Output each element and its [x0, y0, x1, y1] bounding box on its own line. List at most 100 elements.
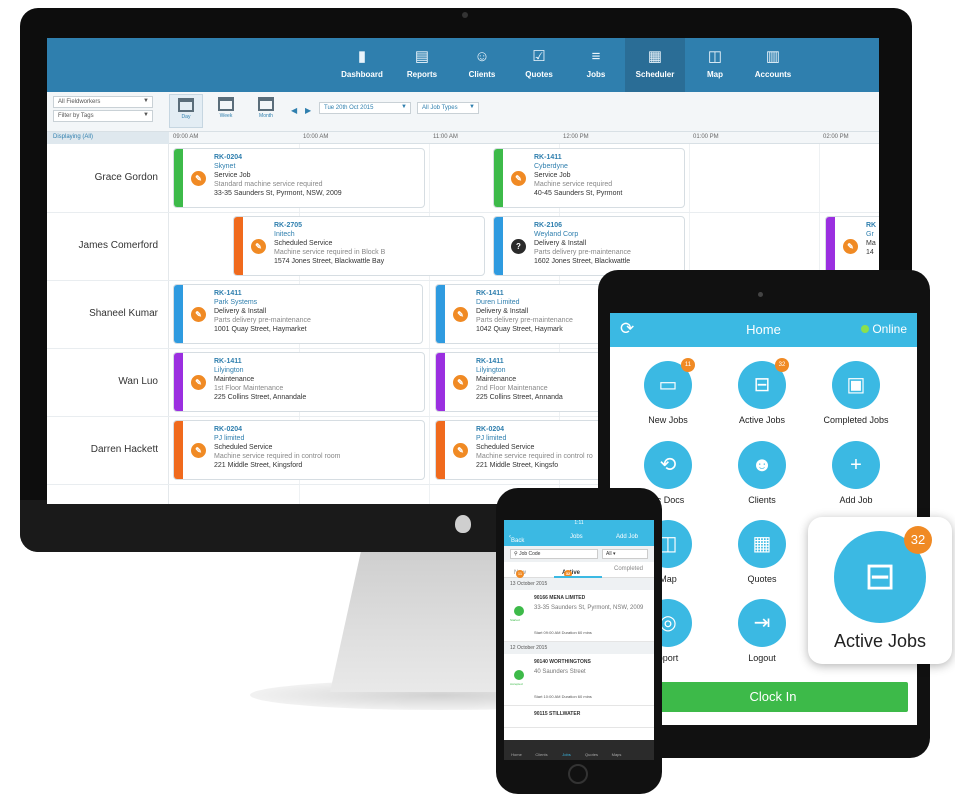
job-card[interactable]: ✎ RK-1411 Lilyington Maintenance 1st Floor … [173, 352, 425, 412]
job-card[interactable]: ✎ RK-0204 PJ limited Scheduled Service Mach… [173, 420, 425, 480]
list-icon: ≡ [591, 48, 601, 65]
view-week-button[interactable]: Week [209, 94, 243, 128]
tile-new-jobs[interactable]: ▭ 11 New Jobs [622, 358, 714, 433]
previous-day-icon[interactable]: ◀ [291, 106, 297, 115]
time-label: 12:00 PM [563, 134, 589, 140]
filter-select[interactable]: All ▾ [602, 549, 648, 559]
view-month-button[interactable]: Month [249, 94, 283, 128]
nav-quotes[interactable]: ☑ Quotes [509, 38, 569, 92]
date-header: 12 October 2015 [504, 642, 654, 654]
phone-tabs: New11 Active32 Completed [504, 562, 654, 578]
nav-jobs[interactable]: ≡ Jobs [566, 38, 626, 92]
time-label: 11:00 AM [433, 134, 458, 140]
job-color-bar [174, 149, 183, 207]
job-type: Scheduled Service [274, 240, 333, 247]
count-badge: 32 [904, 526, 932, 554]
phone-search-row: ⚲ Job Code All ▾ [504, 546, 654, 562]
wrench-icon: ✎ [191, 307, 206, 322]
tile-quotes[interactable]: ▦ Quotes [716, 520, 808, 592]
job-company: PJ limited [214, 435, 245, 442]
wrench-icon: ✎ [511, 171, 526, 186]
tile-add-job[interactable]: + Add Job [810, 441, 902, 513]
calendar-month-icon [258, 97, 274, 111]
view-day-button[interactable]: Day [169, 94, 203, 128]
sync-icon: ⟲ [644, 441, 692, 489]
tab-home[interactable]: Home [504, 752, 529, 757]
nav-clients[interactable]: ☺ Clients [452, 38, 512, 92]
job-type: Maintenance [214, 376, 255, 383]
product-showcase: ▮ Dashboard ▤ Reports ☺ Clients ☑ Quotes ≡ Jo… [0, 0, 955, 794]
time-label: 01:00 PM [693, 134, 719, 140]
job-address: 40-45 Saunders St, Pyrmont [534, 190, 623, 197]
count-badge: 32 [775, 358, 789, 372]
chevron-down-icon: ▼ [143, 98, 149, 104]
job-type: Ma [866, 240, 876, 247]
add-job-button[interactable]: Add Job [616, 534, 638, 540]
job-card[interactable]: ✎ RK Gr Ma 14 [825, 216, 879, 276]
nav-map[interactable]: ◫ Map [685, 38, 745, 92]
job-card[interactable]: ✎ RK-0204 Skynet Service Job Standard machi… [173, 148, 425, 208]
back-button[interactable]: ‹ Back [509, 534, 524, 544]
displaying-filter[interactable]: Displaying (All) [47, 132, 169, 144]
wrench-icon: ✎ [453, 443, 468, 458]
people-icon: ☻ [738, 441, 786, 489]
job-description: Parts delivery pre-maintenance [534, 249, 631, 256]
job-address: 33-35 Saunders St, Pyrmont, NSW, 2009 [214, 190, 342, 197]
tab-maps[interactable]: Maps [604, 752, 629, 757]
job-code-search[interactable]: ⚲ Job Code [510, 549, 598, 559]
worker-name: Darren Hackett [90, 444, 158, 455]
job-address: 221 Middle Street, Kingsford [214, 462, 303, 469]
time-label: 10:00 AM [303, 134, 329, 140]
job-card[interactable]: ✎ RK-1411 Cyberdyne Service Job Machine ser… [493, 148, 685, 208]
tags-filter-select[interactable]: Filter by Tags ▼ [53, 110, 153, 122]
online-status: Online [861, 322, 907, 336]
bar-chart-icon: ▮ [357, 48, 367, 65]
job-description: Machine service required in Block B [274, 249, 386, 256]
tile-logout[interactable]: ⇥ Logout [716, 599, 808, 671]
fieldworkers-select[interactable]: All Fieldworkers ▼ [53, 96, 153, 108]
status-bar: 1:11 [504, 520, 654, 530]
tile-clients[interactable]: ☻ Clients [716, 441, 808, 513]
list-item[interactable]: 90115 STILLWATER [504, 706, 654, 728]
tile-completed-jobs[interactable]: ▣ Completed Jobs [810, 361, 902, 433]
next-day-icon[interactable]: ▶ [305, 106, 311, 115]
job-description: 1st Floor Maintenance [214, 385, 284, 392]
job-type: Service Job [534, 172, 571, 179]
wrench-icon: ✎ [843, 239, 858, 254]
tab-quotes[interactable]: Quotes [579, 752, 604, 757]
phone-screen: 1:11 ‹ Back Jobs Add Job ⚲ Job Code All … [504, 520, 654, 760]
list-item[interactable]: Started 90166 MENA LIMITED 33-35 Saunder… [504, 590, 654, 642]
phone-nav-bar: ‹ Back Jobs Add Job [504, 530, 654, 546]
online-dot-icon [861, 325, 870, 333]
job-types-select[interactable]: All Job Types ▼ [417, 102, 479, 114]
nav-reports[interactable]: ▤ Reports [392, 38, 452, 92]
date-select[interactable]: Tue 20th Oct 2015 ▼ [319, 102, 411, 114]
calendar-day-icon [178, 98, 194, 112]
job-address: 1574 Jones Street, Blackwattle Bay [274, 258, 385, 265]
home-button[interactable] [568, 764, 588, 784]
clock-in-button[interactable]: Clock In [638, 682, 908, 712]
list-item[interactable]: Accepted 90140 WORTHINGTONS 40 Saunders … [504, 654, 654, 706]
tab-clients[interactable]: Clients [529, 752, 554, 757]
job-id: RK-0204 [214, 154, 243, 161]
job-type: Delivery & Install [214, 308, 267, 315]
job-company: Skynet [214, 163, 236, 170]
job-card[interactable]: ✎ RK-2705 Initech Scheduled Service Machine… [233, 216, 485, 276]
job-card[interactable]: ? RK-2106 Weyland Corp Delivery & Install P… [493, 216, 685, 276]
active-jobs-callout[interactable]: ⊟ 32 Active Jobs [808, 517, 952, 664]
job-id: RK-2106 [534, 222, 563, 229]
nav-accounts[interactable]: ▥ Accounts [743, 38, 803, 92]
tab-jobs[interactable]: Jobs [554, 752, 579, 757]
nav-scheduler[interactable]: ▦ Scheduler [625, 38, 685, 92]
job-color-bar [436, 353, 445, 411]
job-company: Park Systems [214, 299, 258, 306]
camera-icon [462, 12, 468, 18]
date-header: 13 October 2015 [504, 578, 654, 590]
calendar-icon: ▦ [647, 48, 663, 65]
question-icon: ? [511, 239, 526, 254]
job-card[interactable]: ✎ RK-1411 Park Systems Delivery & Install P… [173, 284, 423, 344]
tab-completed[interactable]: Completed [614, 566, 643, 572]
wrench-icon: ✎ [191, 171, 206, 186]
nav-dashboard[interactable]: ▮ Dashboard [332, 38, 392, 92]
tile-active-jobs[interactable]: ⊟ 32 Active Jobs [716, 358, 808, 433]
